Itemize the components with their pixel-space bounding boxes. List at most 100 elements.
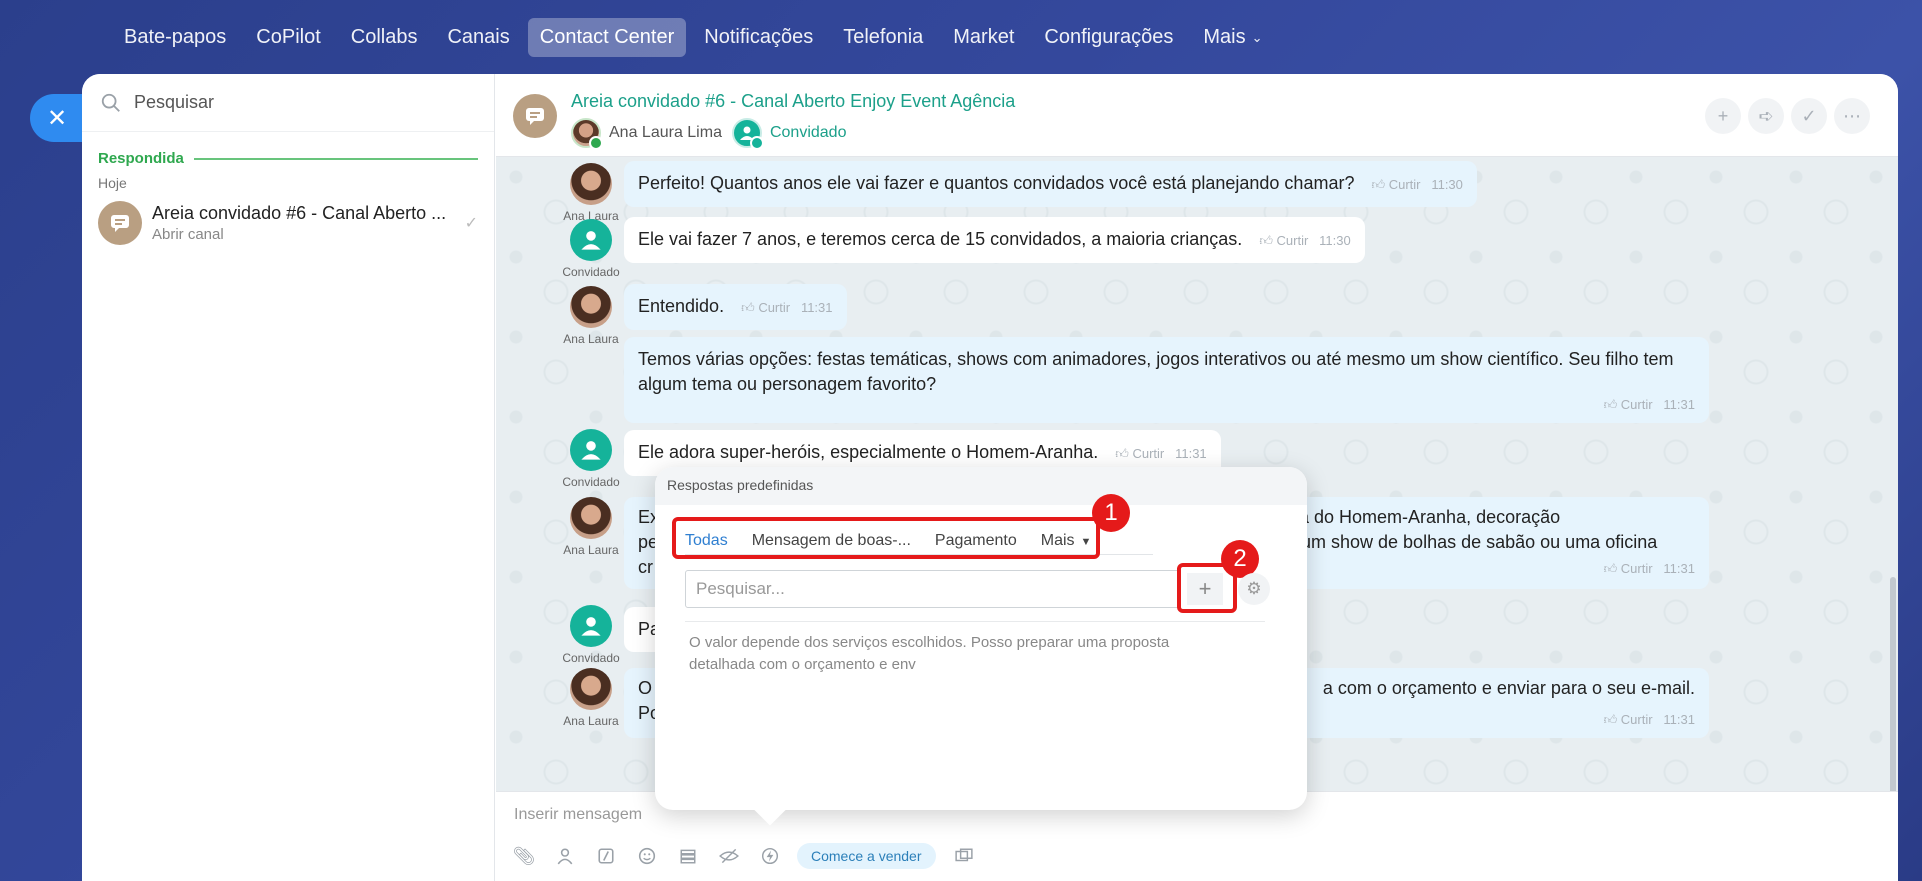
nav-item-mais[interactable]: Mais ⌄ [1191,18,1274,57]
forward-button[interactable]: ➪ [1748,98,1784,134]
quick-reply-button[interactable] [756,842,784,870]
chevron-down-icon: ⌄ [1251,29,1263,45]
message-text-right: ça do Homem-Aranha, decoração r um show … [1290,505,1657,555]
avatar[interactable] [570,163,612,205]
sidebar-search[interactable]: Pesquisar [82,74,494,132]
like-button[interactable]: Curtir [1621,561,1653,576]
command-button[interactable] [592,842,620,870]
read-check-icon: ✓ [464,215,478,232]
avatar[interactable] [570,668,612,710]
avatar[interactable] [570,286,612,328]
like-icon: 👍︎ [1115,446,1129,461]
plus-icon: + [1717,105,1729,126]
screen-share-button[interactable] [950,842,978,870]
nav-item-notificacoes[interactable]: Notificações [692,18,825,57]
message-bubble: Entendido. 👍︎ Curtir 11:31 [624,284,847,330]
avatar[interactable] [570,219,612,261]
message-author: Ana Laura [554,668,628,728]
like-button[interactable]: Curtir [758,300,790,315]
windows-icon [954,848,973,862]
like-button[interactable]: Curtir [1132,446,1164,461]
close-button[interactable]: ✕ [30,94,84,142]
message-time: 11:30 [1319,233,1351,248]
popup-title: Respostas predefinidas [655,467,1307,505]
like-button[interactable]: Curtir [1277,233,1309,248]
member-name-guest[interactable]: Convidado [770,124,847,142]
like-icon: 👍︎ [1603,397,1618,412]
like-icon: 👍︎ [1371,177,1386,192]
hide-button[interactable] [715,842,743,870]
nav-item-contact-center[interactable]: Contact Center [527,18,687,57]
scrollbar[interactable] [1890,577,1896,791]
divider [685,621,1265,622]
finish-button[interactable]: ✓ [1791,98,1827,134]
close-icon: ✕ [46,104,68,132]
nav-item-canais[interactable]: Canais [435,18,521,57]
user-icon [581,231,601,250]
paperclip-icon: 📎︎ [512,845,536,866]
user-icon [581,441,601,460]
avatar[interactable] [570,605,612,647]
chat-avatar [98,201,142,245]
like-button[interactable]: Curtir [1621,397,1653,412]
like-button[interactable]: Curtir [1389,177,1421,192]
predefined-replies-popup: Respostas predefinidas Todas Mensagem de… [655,467,1307,826]
popup-search-input[interactable]: Pesquisar... [685,570,1180,608]
message-author: Convidado [554,219,628,279]
callout-highlight-tabs [672,517,1100,559]
nav-item-copilot[interactable]: CoPilot [244,18,332,57]
like-icon: 👍︎ [741,300,755,315]
settings-button[interactable]: ⚙ [1238,573,1270,605]
date-group-label: Hoje [98,175,127,191]
nav-item-configuracoes[interactable]: Configurações [1032,18,1185,57]
lightning-icon [761,847,779,865]
chat-list-item[interactable]: Areia convidado #6 - Canal Aberto ... Ab… [82,191,494,255]
nav-item-collabs[interactable]: Collabs [339,18,430,57]
message-bubble: Perfeito! Quantos anos ele vai fazer e q… [624,161,1477,207]
message-author: Ana Laura [554,163,628,223]
crown-badge-icon [589,136,603,150]
nav-item-telefonia[interactable]: Telefonia [831,18,935,57]
guest-badge-icon [749,136,764,150]
message-author: Ana Laura [554,497,628,557]
message-text: Ele vai fazer 7 anos, e teremos cerca de… [638,229,1243,249]
message-time: 11:31 [1663,561,1695,576]
message-line: r um show de bolhas de sabão ou uma ofic… [1290,532,1658,552]
message-author: Ana Laura [554,286,628,346]
like-button[interactable]: Curtir [1621,712,1653,727]
chat-bubble-icon [111,215,129,232]
message-text-right: a com o orçamento e enviar para o seu e-… [1323,676,1695,701]
message-author: Convidado [554,605,628,665]
author-name: Convidado [562,651,620,665]
conversation-avatar [513,94,557,138]
avatar[interactable] [570,429,612,471]
emoji-button[interactable] [633,842,661,870]
member-avatar-ana[interactable] [571,118,603,150]
message-author: Convidado [554,429,628,489]
nav-item-bate-papos[interactable]: Bate-papos [112,18,238,57]
templates-button[interactable] [674,842,702,870]
message-line: a com o orçamento e enviar para o seu e-… [1322,678,1695,698]
member-avatar-guest[interactable] [731,118,764,150]
person-icon [557,848,573,865]
attach-button[interactable]: 📎︎ [510,842,538,870]
author-name: Ana Laura [563,714,619,728]
add-user-button[interactable]: + [1705,98,1741,134]
message-meta: 👍︎ Curtir 11:30 [1371,177,1462,192]
avatar[interactable] [570,497,612,539]
conversation-title[interactable]: Areia convidado #6 - Canal Aberto Enjoy … [571,91,1015,112]
user-icon [581,617,601,636]
reply-preview-item[interactable]: O valor depende dos serviços escolhidos.… [689,632,1219,676]
message-input[interactable]: Inserir mensagem [514,806,642,824]
callout-badge-1: 1 [1092,494,1130,532]
member-name-ana[interactable]: Ana Laura Lima [609,124,722,142]
start-selling-button[interactable]: Comece a vender [797,843,936,869]
sidebar-search-placeholder: Pesquisar [134,92,215,112]
nav-mais-label: Mais [1203,26,1246,48]
message-time: 11:31 [800,300,833,315]
contact-button[interactable] [551,842,579,870]
message-time: 11:31 [1663,712,1695,727]
message-bubble: Ele vai fazer 7 anos, e teremos cerca de… [624,217,1365,263]
nav-item-market[interactable]: Market [941,18,1026,57]
more-button[interactable]: ⋯ [1834,98,1870,134]
